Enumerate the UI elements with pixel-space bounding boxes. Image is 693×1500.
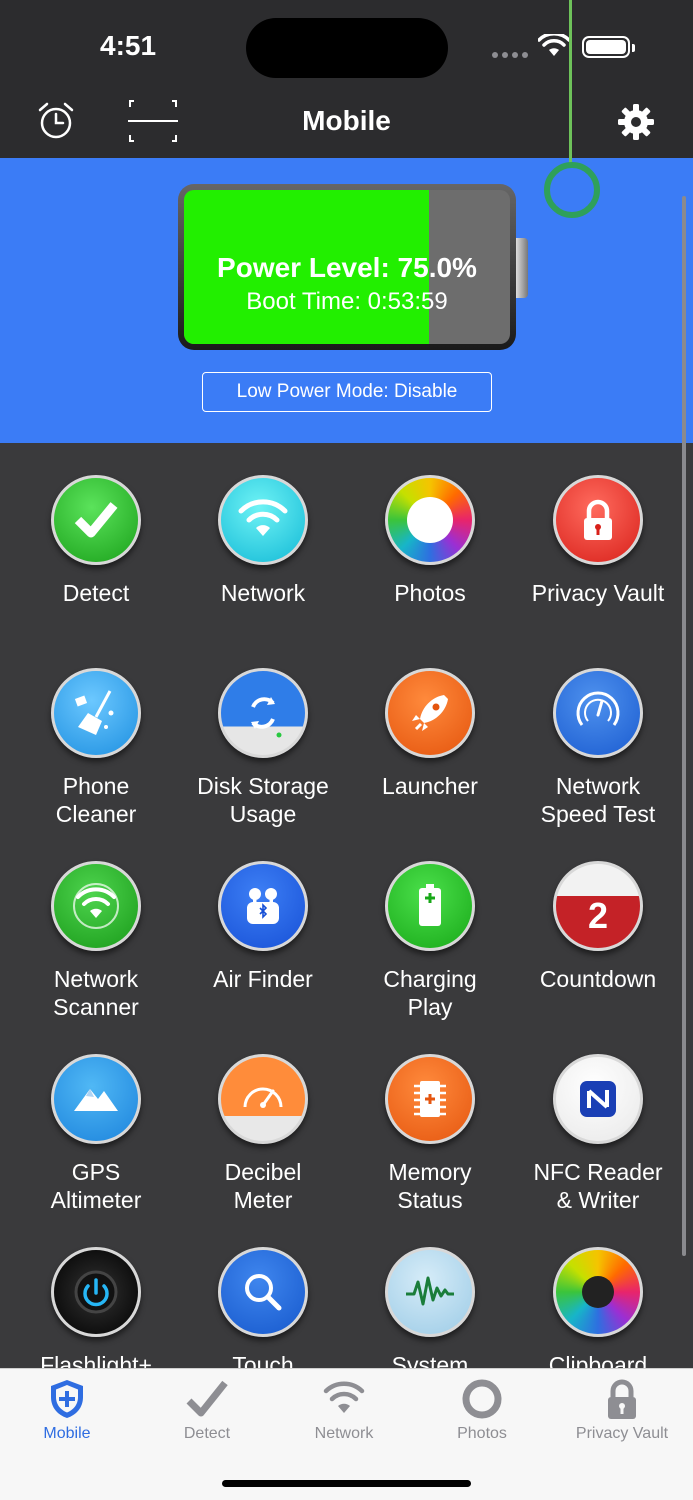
tile-label: Flashlight+ <box>40 1352 152 1368</box>
tile-label: Network <box>220 580 306 606</box>
tile-label: System <box>391 1352 469 1368</box>
tile-touch[interactable]: Touch <box>179 1247 347 1368</box>
tab-label: Privacy Vault <box>575 1425 669 1442</box>
power-icon <box>51 1247 141 1337</box>
calendar-icon: 2 <box>553 861 643 951</box>
ring-icon <box>462 1379 502 1419</box>
nfc-icon <box>553 1054 643 1144</box>
tile-flashlight[interactable]: Flashlight+ <box>12 1247 180 1368</box>
wifi-scan-icon <box>51 861 141 951</box>
disk-icon <box>218 668 308 758</box>
pull-cord <box>569 0 572 163</box>
tile-label: Disk Storage Usage <box>197 773 329 827</box>
nav-bar: Mobile <box>0 95 693 158</box>
chip-icon <box>385 1054 475 1144</box>
tab-detect[interactable]: Detect <box>137 1377 277 1443</box>
waveform-icon <box>385 1247 475 1337</box>
tab-privacy-vault[interactable]: Privacy Vault <box>552 1377 692 1443</box>
speedometer-icon <box>553 668 643 758</box>
tab-label: Network <box>314 1425 374 1442</box>
battery-icon <box>385 861 475 951</box>
tab-network[interactable]: Network <box>274 1377 414 1443</box>
tile-label: Phone Cleaner <box>55 773 137 827</box>
tile-label: Memory Status <box>388 1159 472 1213</box>
status-bar: 4:51 <box>0 0 693 95</box>
tab-mobile[interactable]: Mobile <box>0 1377 137 1443</box>
battery-graphic[interactable]: Power Level: 75.0% Boot Time: 0:53:59 <box>178 184 528 350</box>
power-level-text: Power Level: 75.0% <box>217 252 477 283</box>
cellular-signal-icon <box>492 52 528 58</box>
tile-label: Touch <box>232 1352 294 1368</box>
tab-photos[interactable]: Photos <box>412 1377 552 1443</box>
page-title: Mobile <box>302 105 391 136</box>
tile-label: Clipboard <box>548 1352 648 1368</box>
tile-privacy-vault[interactable]: Privacy Vault <box>514 475 682 607</box>
boot-time-text: Boot Time: 0:53:59 <box>246 288 448 315</box>
checkmark-icon <box>51 475 141 565</box>
tile-label: GPS Altimeter <box>50 1159 142 1213</box>
tile-label: Photos <box>394 580 466 606</box>
shield-plus-icon <box>51 1380 83 1418</box>
dynamic-island <box>246 18 448 78</box>
tab-label: Photos <box>457 1425 507 1442</box>
home-indicator <box>222 1480 471 1487</box>
battery-status-icon <box>582 36 635 58</box>
tile-network[interactable]: Network <box>179 475 347 607</box>
tile-label: Charging Play <box>383 966 477 1020</box>
tile-label: Network Scanner <box>53 966 139 1020</box>
tile-network-speed-test[interactable]: Network Speed Test <box>514 668 682 828</box>
tab-label: Mobile <box>43 1425 91 1442</box>
aperture-icon <box>553 1247 643 1337</box>
lock-icon <box>553 475 643 565</box>
tile-detect[interactable]: Detect <box>12 475 180 607</box>
tile-air-finder[interactable]: Air Finder <box>179 861 347 993</box>
lock-icon <box>608 1379 636 1419</box>
tile-charging-play[interactable]: Charging Play <box>346 861 514 1021</box>
tile-decibel-meter[interactable]: Decibel Meter <box>179 1054 347 1214</box>
gear-icon[interactable] <box>617 103 655 141</box>
checkmark-icon <box>186 1380 228 1417</box>
tile-label: Launcher <box>382 773 478 799</box>
pull-ring-handle[interactable] <box>544 162 600 218</box>
tile-label: Countdown <box>539 966 657 992</box>
tile-network-scanner[interactable]: Network Scanner <box>12 861 180 1021</box>
battery-terminal <box>516 238 528 298</box>
broom-icon <box>51 668 141 758</box>
photos-icon <box>385 475 475 565</box>
wifi-status-icon <box>538 34 570 56</box>
tile-countdown[interactable]: 2 Countdown <box>514 861 682 993</box>
tile-system[interactable]: System <box>346 1247 514 1368</box>
countdown-badge: 2 <box>587 895 609 936</box>
tile-label: Detect <box>62 580 130 606</box>
tile-label: Decibel Meter <box>224 1159 302 1213</box>
tile-memory-status[interactable]: Memory Status <box>346 1054 514 1214</box>
wifi-icon <box>323 1381 365 1413</box>
tile-label: Privacy Vault <box>531 580 665 606</box>
status-time: 4:51 <box>100 30 157 61</box>
tile-gps-altimeter[interactable]: GPS Altimeter <box>12 1054 180 1214</box>
tile-phone-cleaner[interactable]: Phone Cleaner <box>12 668 180 828</box>
tile-photos[interactable]: Photos <box>346 475 514 607</box>
tile-label: Network Speed Test <box>540 773 656 827</box>
magnifier-icon <box>218 1247 308 1337</box>
low-power-mode-button[interactable]: Low Power Mode: Disable <box>202 372 492 412</box>
gauge-icon <box>218 1054 308 1144</box>
tile-clipboard[interactable]: Clipboard <box>514 1247 682 1368</box>
tile-launcher[interactable]: Launcher <box>346 668 514 800</box>
wifi-icon <box>218 475 308 565</box>
earbuds-icon <box>218 861 308 951</box>
mountain-icon <box>51 1054 141 1144</box>
tools-grid: Detect Network Photos Privacy Vault Phone Cl… <box>0 443 693 1368</box>
tile-label: Air Finder <box>213 966 313 992</box>
tab-label: Detect <box>183 1425 231 1442</box>
tile-nfc[interactable]: NFC Reader & Writer <box>514 1054 682 1214</box>
tile-label: NFC Reader & Writer <box>533 1159 663 1213</box>
tile-disk-storage[interactable]: Disk Storage Usage <box>179 668 347 828</box>
rocket-icon <box>385 668 475 758</box>
